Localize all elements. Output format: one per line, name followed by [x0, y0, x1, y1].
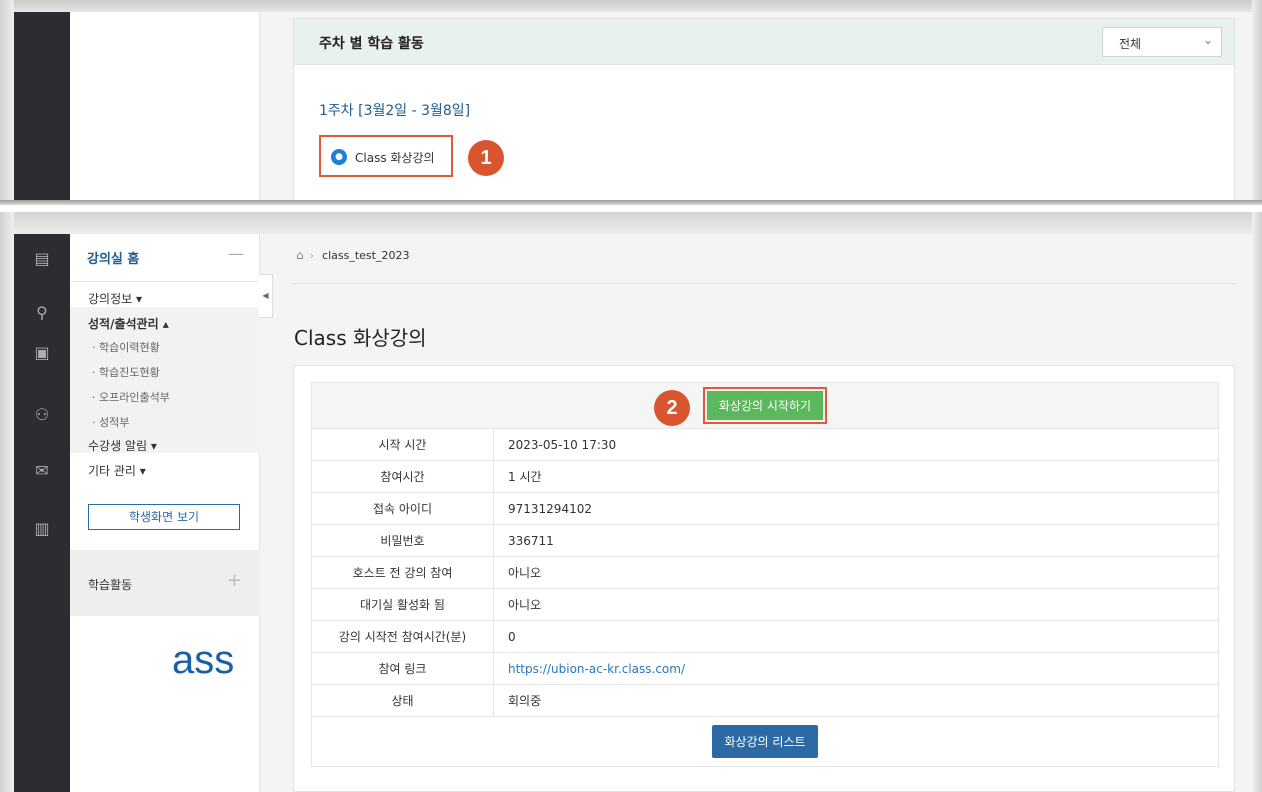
- table-row: 비밀번호 336711: [311, 524, 1219, 557]
- detail-key: 호스트 전 강의 참여: [311, 556, 494, 589]
- table-row: 참여 링크 https://ubion-ac-kr.class.com/: [311, 652, 1219, 685]
- detail-value: 1 시간: [493, 460, 1219, 493]
- weekly-activity-card: 주차 별 학습 활동 전체 ⌄ 1주차 [3월2일 - 3월8일] ● Clas…: [293, 18, 1235, 202]
- page-title: Class 화상강의: [294, 326, 427, 350]
- detail-key: 강의 시작전 참여시간(분): [311, 620, 494, 653]
- video-class-icon: ●: [331, 149, 347, 165]
- detail-value: 336711: [493, 524, 1219, 557]
- table-row: 시작 시간 2023-05-10 17:30: [311, 428, 1219, 461]
- step-badge-1: 1: [468, 140, 504, 176]
- week-filter-value: 전체: [1119, 37, 1142, 51]
- detail-key: 대기실 활성화 됨: [311, 588, 494, 621]
- sidebar-subitem-history[interactable]: · 학습이력현황: [92, 339, 160, 355]
- sidebar-collapse-toggle[interactable]: ◀: [259, 274, 273, 318]
- detail-value: 0: [493, 620, 1219, 653]
- map-icon[interactable]: ▥: [14, 514, 70, 544]
- breadcrumb: ⌂ › class_test_2023: [296, 248, 409, 262]
- book-icon[interactable]: ▤: [14, 244, 70, 274]
- detail-key: 접속 아이디: [311, 492, 494, 525]
- learning-activity-label: 학습활동: [88, 578, 133, 592]
- mail-icon[interactable]: ✉: [14, 456, 70, 486]
- sidebar-item-other-management[interactable]: 기타 관리 ▾: [88, 462, 146, 479]
- sidebar-item-student-notice[interactable]: 수강생 알림 ▾: [88, 437, 157, 454]
- frame-left: [0, 0, 14, 205]
- detail-value: 아니오: [493, 556, 1219, 589]
- frame-bottom: [0, 200, 1262, 205]
- sidebar: [70, 12, 260, 202]
- start-button-row: 화상강의 시작하기: [311, 382, 1219, 429]
- detail-key: 참여 링크: [311, 652, 494, 685]
- detail-key: 참여시간: [311, 460, 494, 493]
- list-button-row: 화상강의 리스트: [311, 716, 1219, 767]
- video-class-card: 화상강의 시작하기 시작 시간 2023-05-10 17:30 참여시간 1 시간…: [293, 365, 1235, 792]
- frame-top: [0, 0, 1262, 12]
- breadcrumb-separator-icon: ›: [309, 249, 315, 262]
- detail-value: 회의중: [493, 684, 1219, 717]
- start-video-class-button[interactable]: 화상강의 시작하기: [706, 391, 824, 420]
- detail-key: 상태: [311, 684, 494, 717]
- detail-value: 2023-05-10 17:30: [493, 428, 1219, 461]
- video-class-details-table: 화상강의 시작하기 시작 시간 2023-05-10 17:30 참여시간 1 시간…: [311, 382, 1219, 767]
- student-view-button[interactable]: 학생화면 보기: [88, 504, 240, 530]
- video-class-detail-screenshot: ▤ ⚲ ▣ ⚇ ✉ ▥ 강의실 홈 — 강의정보 ▾ 성적/출석관리 ▴ · 학…: [0, 212, 1262, 792]
- start-button-highlight: 화상강의 시작하기: [702, 387, 828, 424]
- table-row: 대기실 활성화 됨 아니오: [311, 588, 1219, 621]
- frame-left: [0, 212, 14, 792]
- course-sidebar: 강의실 홈 — 강의정보 ▾ 성적/출석관리 ▴ · 학습이력현황 · 학습진도…: [70, 234, 260, 792]
- video-class-list-button[interactable]: 화상강의 리스트: [712, 725, 818, 758]
- table-row: 접속 아이디 97131294102: [311, 492, 1219, 525]
- table-row: 강의 시작전 참여시간(분) 0: [311, 620, 1219, 653]
- breadcrumb-course[interactable]: class_test_2023: [322, 249, 409, 262]
- plus-icon[interactable]: +: [227, 570, 242, 591]
- frame-right: [1252, 212, 1262, 792]
- card-title: 주차 별 학습 활동: [319, 36, 424, 52]
- home-icon[interactable]: ⌂: [296, 248, 304, 262]
- table-row: 참여시간 1 시간: [311, 460, 1219, 493]
- detail-value: 97131294102: [493, 492, 1219, 525]
- table-row: 호스트 전 강의 참여 아니오: [311, 556, 1219, 589]
- notebook-icon[interactable]: ▣: [14, 338, 70, 368]
- sidebar-learning-activity[interactable]: 학습활동 +: [70, 550, 260, 616]
- overlay-text-fragment: ass: [172, 638, 235, 682]
- sidebar-home[interactable]: 강의실 홈 —: [70, 234, 260, 282]
- week-title-link[interactable]: 1주차 [3월2일 - 3월8일]: [319, 100, 470, 120]
- detail-key: 시작 시간: [311, 428, 494, 461]
- icon-rail: [14, 12, 70, 202]
- detail-key: 비밀번호: [311, 524, 494, 557]
- frame-right: [1252, 0, 1262, 205]
- sidebar-home-label: 강의실 홈: [87, 252, 140, 267]
- table-row: 상태 회의중: [311, 684, 1219, 717]
- step-badge-2: 2: [654, 390, 690, 426]
- detail-value: 아니오: [493, 588, 1219, 621]
- chevron-down-icon: ⌄: [1202, 33, 1213, 47]
- sidebar-item-grade-attendance[interactable]: 성적/출석관리 ▴: [88, 315, 169, 332]
- icon-rail: ▤ ⚲ ▣ ⚇ ✉ ▥: [14, 234, 70, 792]
- people-icon[interactable]: ⚇: [14, 400, 70, 430]
- activity-label: Class 화상강의: [355, 151, 435, 165]
- sidebar-subitem-offline-attendance[interactable]: · 오프라인출석부: [92, 389, 170, 405]
- person-icon[interactable]: ⚲: [14, 298, 70, 328]
- weekly-activity-screenshot: 주차 별 학습 활동 전체 ⌄ 1주차 [3월2일 - 3월8일] ● Clas…: [0, 0, 1262, 205]
- sidebar-item-course-info[interactable]: 강의정보 ▾: [88, 290, 142, 307]
- divider: [293, 283, 1235, 284]
- sidebar-subitem-gradebook[interactable]: · 성적부: [92, 414, 129, 430]
- frame-top: [0, 212, 1262, 234]
- join-link[interactable]: https://ubion-ac-kr.class.com/: [508, 662, 685, 676]
- week-filter-select[interactable]: 전체 ⌄: [1102, 27, 1222, 57]
- card-header: 주차 별 학습 활동 전체 ⌄: [294, 19, 1234, 65]
- sidebar-subitem-progress[interactable]: · 학습진도현황: [92, 364, 160, 380]
- class-video-activity-link[interactable]: ● Class 화상강의: [319, 135, 453, 177]
- collapse-minus-icon[interactable]: —: [228, 244, 244, 263]
